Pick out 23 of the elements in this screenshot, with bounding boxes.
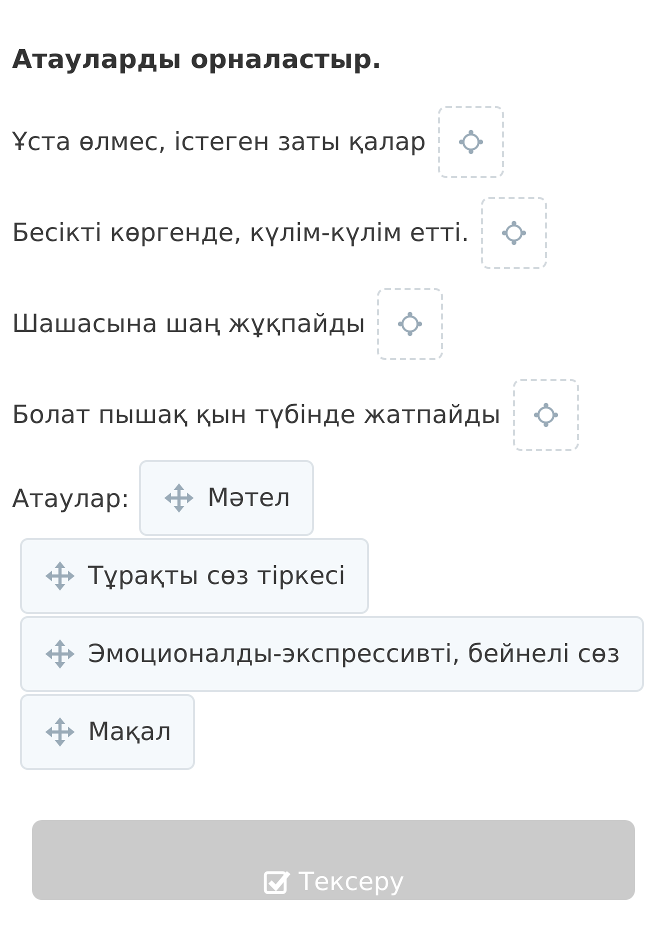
statement-text: Болат пышақ қын түбінде жатпайды — [12, 400, 501, 429]
move-icon — [44, 560, 76, 592]
options-label: Атаулар: — [12, 484, 130, 512]
draggable-option[interactable]: Тұрақты сөз тіркесі — [20, 538, 370, 614]
checkbox-icon — [262, 868, 291, 896]
move-icon — [163, 482, 196, 514]
statement-text: Бесікті көргенде, күлім-күлім етті. — [12, 218, 470, 247]
target-icon — [501, 220, 528, 246]
drop-zone[interactable] — [512, 378, 579, 450]
statement-text: Шашасына шаң жұқпайды — [12, 309, 366, 338]
drop-zone[interactable] — [377, 288, 444, 360]
draggable-option[interactable]: Мәтел — [139, 460, 314, 536]
task-title: Атауларды орналастыр. — [12, 44, 382, 77]
drop-zone[interactable] — [438, 106, 504, 178]
target-icon — [397, 310, 424, 336]
target-icon — [458, 128, 484, 154]
statement-text: Ұста өлмес, істеген заты қалар — [12, 127, 426, 156]
move-icon — [44, 638, 76, 670]
draggable-option[interactable]: Эмоционалды-экспрессивті, бейнелі сөз — [20, 616, 644, 692]
move-icon — [44, 716, 76, 748]
draggable-option[interactable]: Мақал — [20, 694, 196, 770]
target-icon — [532, 402, 559, 428]
drop-zone[interactable] — [481, 196, 548, 268]
